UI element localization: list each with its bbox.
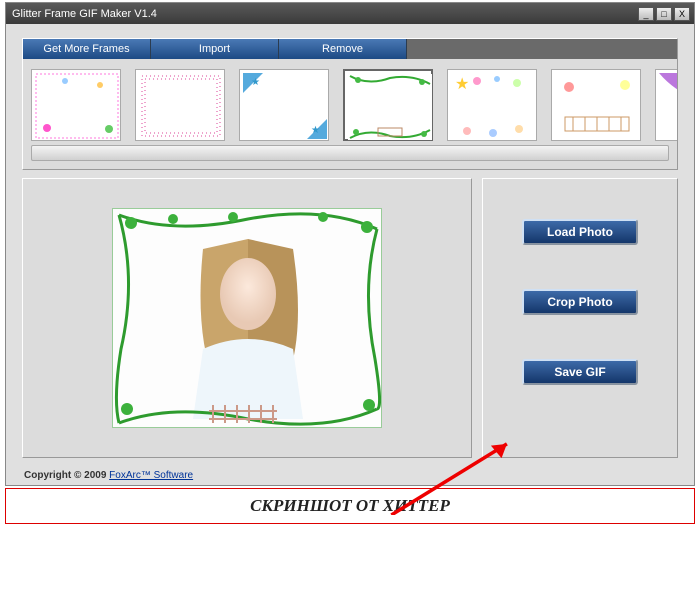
window-controls: _ □ X bbox=[638, 7, 690, 21]
save-gif-button[interactable]: Save GIF bbox=[522, 359, 638, 385]
frame-thumb-selected[interactable] bbox=[343, 69, 433, 141]
actions-panel: Load Photo Crop Photo Save GIF bbox=[482, 178, 678, 458]
svg-text:★: ★ bbox=[455, 76, 469, 93]
tabs-row: Get More Frames Import Remove bbox=[23, 39, 677, 59]
svg-text:★: ★ bbox=[311, 125, 320, 136]
titlebar: Glitter Frame GIF Maker V1.4 _ □ X bbox=[6, 3, 694, 24]
frame-thumbnails: ★★ bbox=[23, 59, 677, 145]
tab-get-more-frames[interactable]: Get More Frames bbox=[23, 39, 151, 59]
maximize-button[interactable]: □ bbox=[656, 7, 672, 21]
frame-thumb[interactable]: ★★ bbox=[239, 69, 329, 141]
tabs-spacer bbox=[407, 39, 677, 59]
preview-image bbox=[112, 208, 382, 428]
app-window: Glitter Frame GIF Maker V1.4 _ □ X Get M… bbox=[5, 2, 695, 486]
main-area: Get More Frames Import Remove bbox=[6, 24, 694, 464]
frames-scrollbar[interactable] bbox=[31, 145, 669, 161]
frame-thumb[interactable] bbox=[551, 69, 641, 141]
external-caption: СКРИНШОТ ОТ ХИТТЕР bbox=[5, 488, 695, 524]
frame-thumb[interactable]: ★ bbox=[447, 69, 537, 141]
caption-text: СКРИНШОТ ОТ ХИТТЕР bbox=[250, 496, 450, 516]
svg-text:★: ★ bbox=[251, 77, 260, 88]
window-title: Glitter Frame GIF Maker V1.4 bbox=[10, 8, 638, 20]
frame-thumb[interactable] bbox=[135, 69, 225, 141]
vendor-link[interactable]: FoxArc™ Software bbox=[109, 470, 193, 481]
tab-import[interactable]: Import bbox=[151, 39, 279, 59]
load-photo-button[interactable]: Load Photo bbox=[522, 219, 638, 245]
frames-panel: Get More Frames Import Remove bbox=[22, 38, 678, 170]
frame-thumb-partial[interactable] bbox=[655, 69, 677, 141]
close-button[interactable]: X bbox=[674, 7, 690, 21]
tab-remove[interactable]: Remove bbox=[279, 39, 407, 59]
footer: Copyright © 2009 FoxArc™ Software bbox=[6, 464, 694, 485]
copyright-text: Copyright © 2009 bbox=[24, 470, 109, 481]
preview-panel bbox=[22, 178, 472, 458]
minimize-button[interactable]: _ bbox=[638, 7, 654, 21]
crop-photo-button[interactable]: Crop Photo bbox=[522, 289, 638, 315]
frame-thumb[interactable] bbox=[31, 69, 121, 141]
workspace: Load Photo Crop Photo Save GIF bbox=[22, 178, 678, 458]
